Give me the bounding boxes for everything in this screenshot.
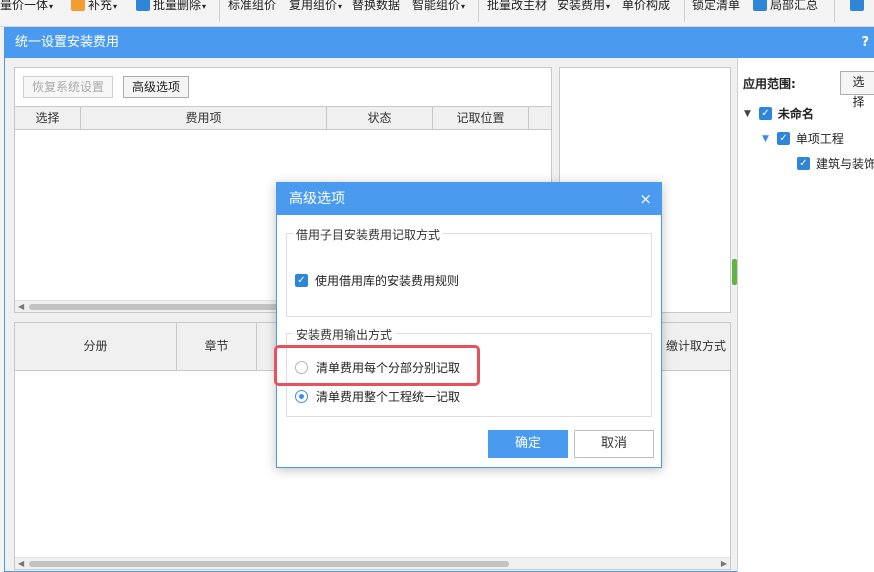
borrow-rule-group: 借用子目安装费用记取方式 ✓ 使用借用库的安装费用规则 (286, 226, 652, 317)
scroll-thumb[interactable] (29, 304, 279, 310)
modal-title: 高级选项 (289, 191, 345, 207)
advanced-options-modal: 高级选项 × 借用子目安装费用记取方式 ✓ 使用借用库的安装费用规则 安装费用输… (276, 182, 662, 468)
ribbon-reuse-pricing-button[interactable]: 复用组价▾ (289, 0, 342, 15)
batch-delete-icon (136, 0, 150, 11)
cancel-button[interactable]: 取消 (574, 430, 654, 458)
ribbon-standard-pricing-button[interactable]: 标准组价 (228, 0, 276, 15)
ribbon-lock-list-button[interactable]: 锁定清单 (692, 0, 740, 15)
scope-select-button[interactable]: 选择 (840, 71, 874, 109)
col-chapter[interactable]: 章节 (177, 323, 257, 370)
checkbox-checked-icon[interactable]: ✓ (797, 157, 810, 170)
tree-node-root[interactable]: ▼ ✓ 未命名 (744, 105, 814, 122)
help-icon[interactable]: ? (861, 28, 869, 58)
group-legend: 借用子目安装费用记取方式 (293, 226, 444, 243)
scroll-left-icon[interactable]: ◀ (18, 302, 24, 311)
expand-caret-icon[interactable]: ▼ (744, 109, 751, 119)
group-legend: 安装费用输出方式 (293, 326, 396, 343)
summary-icon (753, 0, 767, 11)
tree-node-building[interactable]: ✓ 建筑与装饰工 (797, 155, 874, 172)
checkbox-checked-icon[interactable]: ✓ (776, 132, 790, 145)
ribbon-batch-material-button[interactable]: 批量改主材 (487, 0, 547, 15)
ribbon-smart-pricing-button[interactable]: 智能组价▾ (412, 0, 465, 15)
scope-panel: 应用范围: 选择 ▼ ✓ 未命名 ▼ ✓ 单项工程 ✓ 建筑与装饰工 (737, 58, 874, 572)
ribbon-separator (834, 0, 835, 22)
toolbar-ribbon: 量价一体▾ 补充▾ 批量删除▾ 标准组价 复用组价▾ 替换数据 智能组价▾ 批量… (0, 0, 874, 27)
ribbon-separator (219, 0, 220, 22)
highlight-annotation (274, 345, 480, 386)
scroll-thumb[interactable] (29, 561, 509, 567)
ribbon-batch-delete-button[interactable]: 批量删除▾ (136, 0, 206, 15)
ribbon-separator (684, 0, 685, 22)
col-position[interactable]: 记取位置 (433, 107, 529, 129)
col-extra (529, 107, 551, 129)
lower-grid-hscrollbar[interactable]: ◀ ▶ (15, 557, 730, 569)
tree-node-project[interactable]: ▼ ✓ 单项工程 (762, 130, 844, 147)
radio-checked-icon[interactable] (295, 390, 308, 403)
scroll-right-icon[interactable]: ▶ (721, 559, 727, 568)
advanced-options-button[interactable]: 高级选项 (123, 76, 190, 98)
ribbon-separator (478, 0, 479, 22)
dialog-title-bar: 统一设置安装费用 ? (5, 28, 873, 58)
radio-whole-project[interactable]: 清单费用整个工程统一记取 (295, 388, 460, 405)
modal-title-bar: 高级选项 × (277, 183, 661, 215)
ribbon-supplement-button[interactable]: 补充▾ (71, 0, 117, 15)
scope-label: 应用范围: (743, 77, 796, 91)
ribbon-unit-price-button[interactable]: 单价构成 (622, 0, 670, 15)
ribbon-more-button[interactable] (850, 0, 867, 15)
scroll-left-icon[interactable]: ◀ (18, 559, 24, 568)
ok-button[interactable]: 确定 (488, 430, 568, 458)
col-fee-item[interactable]: 费用项 (81, 107, 327, 129)
expand-caret-icon[interactable]: ▼ (762, 134, 769, 144)
checkbox-checked-icon[interactable]: ✓ (758, 107, 772, 120)
dialog-title: 统一设置安装费用 (15, 35, 120, 50)
fee-grid-header: 选择 费用项 状态 记取位置 (15, 106, 551, 130)
supplement-icon (71, 0, 85, 11)
close-icon[interactable]: × (639, 183, 652, 215)
restore-defaults-button[interactable]: 恢复系统设置 (23, 76, 114, 98)
checkbox-checked-icon[interactable]: ✓ (295, 274, 308, 287)
more-icon (850, 0, 864, 11)
col-select[interactable]: 选择 (15, 107, 81, 129)
col-status[interactable]: 状态 (327, 107, 433, 129)
ribbon-install-fee-button[interactable]: 安装费用▾ (557, 0, 610, 15)
ribbon-partial-summary-button[interactable]: 局部汇总 (753, 0, 818, 15)
col-volume[interactable]: 分册 (15, 323, 177, 370)
ribbon-qty-price-button[interactable]: 量价一体▾ (0, 0, 53, 15)
ribbon-replace-data-button[interactable]: 替换数据 (352, 0, 400, 15)
borrow-rule-checkbox[interactable]: ✓ 使用借用库的安装费用规则 (295, 272, 459, 289)
